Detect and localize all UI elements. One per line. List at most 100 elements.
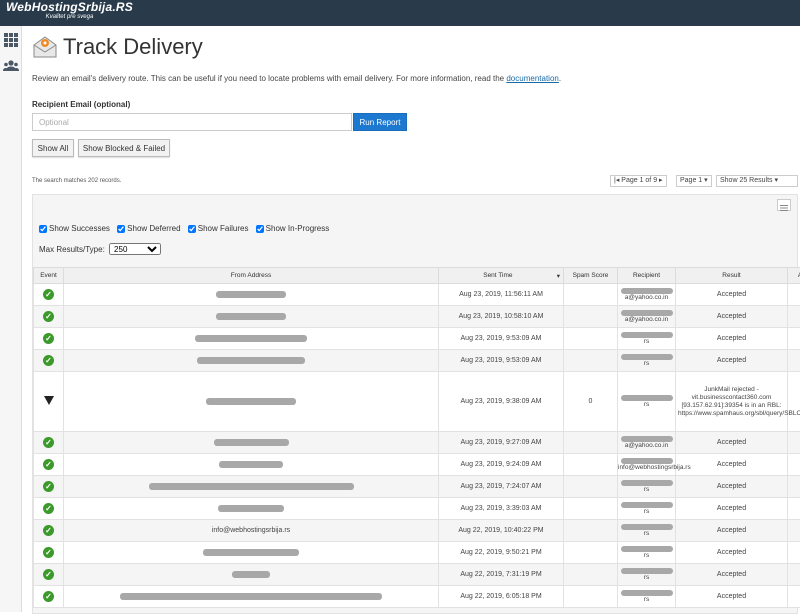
table-row[interactable]: ✓Aug 23, 2019, 9:53:09 AMrsAcceptedi	[34, 328, 800, 350]
in-progress-checkbox[interactable]	[256, 225, 264, 233]
header-spam-score[interactable]: Spam Score	[564, 268, 618, 284]
max-results-select[interactable]: 250	[109, 243, 161, 255]
sent-time-cell: Aug 22, 2019, 6:05:18 PM	[439, 586, 564, 608]
sent-time-cell: Aug 22, 2019, 9:50:21 PM	[439, 542, 564, 564]
recipient-text: rs	[644, 552, 649, 559]
table-row[interactable]: ✓Aug 22, 2019, 9:50:21 PMrsAcceptedi	[34, 542, 800, 564]
documentation-link[interactable]: documentation	[506, 74, 558, 83]
recipient-cell: rs	[618, 586, 676, 608]
sent-time-cell: Aug 22, 2019, 7:31:19 PM	[439, 564, 564, 586]
failure-icon	[44, 396, 54, 405]
success-check-icon: ✓	[43, 355, 54, 366]
header-result[interactable]: Result	[676, 268, 788, 284]
result-cell: Accepted	[676, 586, 788, 608]
per-page-select[interactable]: Show 25 Results ▾	[716, 175, 798, 187]
actions-cell: i	[788, 520, 800, 542]
sidebar	[0, 26, 22, 612]
recipient-cell: rs	[618, 498, 676, 520]
failures-checkbox[interactable]	[188, 225, 196, 233]
spam-score-cell: 0	[564, 372, 618, 432]
column-settings-icon[interactable]	[777, 199, 791, 211]
table-row[interactable]: ✓info@webhostingsrbija.rsAug 22, 2019, 1…	[34, 520, 800, 542]
show-blocked-failed-button[interactable]: Show Blocked & Failed	[78, 139, 170, 157]
event-cell: ✓	[34, 432, 64, 454]
table-row[interactable]: ✓Aug 22, 2019, 7:31:19 PMrsAcceptedi	[34, 564, 800, 586]
recipient-email-input[interactable]	[32, 113, 352, 131]
actions-cell: i	[788, 564, 800, 586]
table-row[interactable]: Aug 23, 2019, 9:38:09 AM0rsJunkMail reje…	[34, 372, 800, 432]
success-check-icon: ✓	[43, 525, 54, 536]
redacted-from-address	[149, 483, 354, 490]
page-of-text: Page 1 of 9	[621, 177, 657, 184]
event-cell: ✓	[34, 328, 64, 350]
max-results-row: Max Results/Type: 250	[39, 243, 161, 255]
track-delivery-icon	[32, 34, 58, 60]
recipient-cell: rs	[618, 520, 676, 542]
recipient-text: rs	[644, 360, 649, 367]
actions-cell: i	[788, 328, 800, 350]
from-cell	[64, 454, 439, 476]
table-row[interactable]: ✓Aug 23, 2019, 3:39:03 AMrsAcceptedi	[34, 498, 800, 520]
event-cell: ✓	[34, 350, 64, 372]
actions-cell: i	[788, 372, 800, 432]
spam-score-cell	[564, 350, 618, 372]
table-row[interactable]: ✓Aug 23, 2019, 7:24:07 AMrsAcceptedi	[34, 476, 800, 498]
header-sent-time[interactable]: Sent Time ▾	[439, 268, 564, 284]
success-check-icon: ✓	[43, 503, 54, 514]
filter-successes[interactable]: Show Successes	[39, 224, 110, 233]
chevron-down-icon: ▾	[774, 177, 778, 184]
event-cell: ✓	[34, 306, 64, 328]
table-row[interactable]: ✓Aug 23, 2019, 9:53:09 AMrsAcceptedi	[34, 350, 800, 372]
table-row[interactable]: ✓Aug 23, 2019, 9:27:09 AMa@yahoo.co.inAc…	[34, 432, 800, 454]
actions-cell: i	[788, 454, 800, 476]
table-row[interactable]: ✓Aug 23, 2019, 9:24:09 AMinfo@webhosting…	[34, 454, 800, 476]
header-event[interactable]: Event	[34, 268, 64, 284]
page-select[interactable]: Page 1 ▾	[676, 175, 712, 187]
redacted-from-address	[218, 505, 284, 512]
show-all-button[interactable]: Show All	[32, 139, 74, 157]
successes-checkbox[interactable]	[39, 225, 47, 233]
page-indicator[interactable]: |◂ Page 1 of 9 ▸	[610, 175, 667, 187]
table-row[interactable]: ✓Aug 22, 2019, 6:05:18 PMrsAcceptedi	[34, 586, 800, 608]
header-recipient[interactable]: Recipient	[618, 268, 676, 284]
recipient-text: a@yahoo.co.in	[625, 316, 668, 323]
description-text: Review an email's delivery route. This c…	[32, 74, 504, 83]
users-icon[interactable]	[3, 58, 19, 74]
actions-cell: i	[788, 476, 800, 498]
success-check-icon: ✓	[43, 547, 54, 558]
spam-score-cell	[564, 498, 618, 520]
filter-in-progress[interactable]: Show In-Progress	[256, 224, 330, 233]
spam-score-cell	[564, 520, 618, 542]
success-check-icon: ✓	[43, 459, 54, 470]
from-cell	[64, 564, 439, 586]
event-cell: ✓	[34, 284, 64, 306]
grid-apps-icon[interactable]	[3, 32, 19, 48]
table-row[interactable]: ✓Aug 23, 2019, 10:58:10 AMa@yahoo.co.inA…	[34, 306, 800, 328]
result-cell: Accepted	[676, 350, 788, 372]
filter-failures[interactable]: Show Failures	[188, 224, 249, 233]
brand-logo[interactable]: WebHostingSrbija.RS Kvalitet pre svega	[6, 1, 133, 21]
table-row[interactable]: ✓Aug 23, 2019, 11:56:11 AMa@yahoo.co.inA…	[34, 284, 800, 306]
brand-tagline: Kvalitet pre svega	[6, 14, 133, 21]
recipient-text: info@webhostingsrbija.rs	[618, 464, 691, 471]
deferred-checkbox[interactable]	[117, 225, 125, 233]
event-cell: ✓	[34, 520, 64, 542]
recipient-text: rs	[644, 574, 649, 581]
filter-deferred[interactable]: Show Deferred	[117, 224, 180, 233]
actions-cell: i	[788, 498, 800, 520]
success-check-icon: ✓	[43, 591, 54, 602]
redacted-from-address	[120, 593, 382, 600]
run-report-button[interactable]: Run Report	[353, 113, 407, 131]
sent-time-cell: Aug 23, 2019, 9:27:09 AM	[439, 432, 564, 454]
from-cell	[64, 498, 439, 520]
from-cell	[64, 432, 439, 454]
max-results-label: Max Results/Type:	[39, 245, 105, 254]
result-cell: Accepted	[676, 542, 788, 564]
success-check-icon: ✓	[43, 437, 54, 448]
match-count: The search matches 202 records.	[32, 178, 121, 184]
header-from-address[interactable]: From Address	[64, 268, 439, 284]
recipient-text: rs	[644, 596, 649, 603]
next-page-icon[interactable]: ▸	[657, 177, 662, 184]
recipient-cell: rs	[618, 372, 676, 432]
from-cell	[64, 350, 439, 372]
